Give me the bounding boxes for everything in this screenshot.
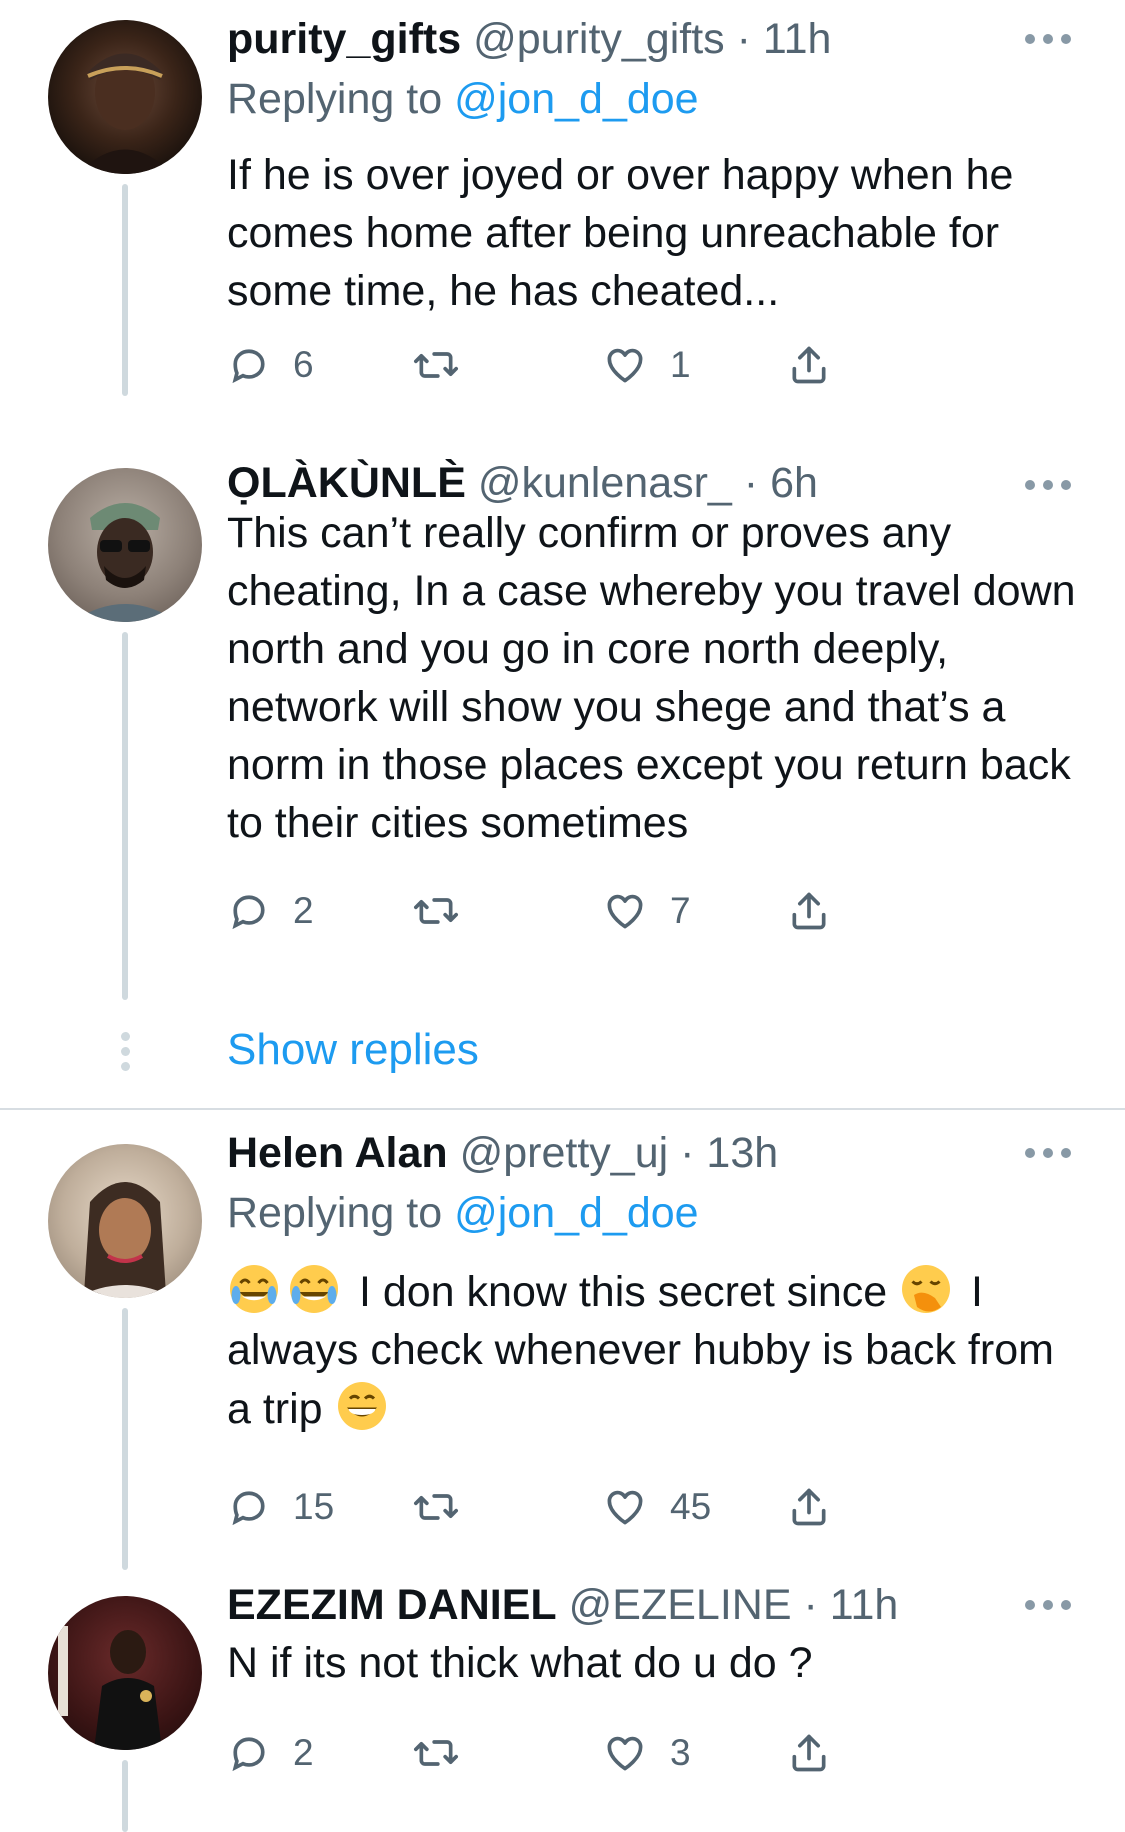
more-icon[interactable] bbox=[1025, 1146, 1071, 1160]
tweet-text: I don know this secret since I always ch… bbox=[227, 1262, 1087, 1438]
thread-line bbox=[122, 184, 128, 396]
tweet-purity-gifts[interactable]: purity_gifts @purity_gifts · 11h Replyin… bbox=[0, 0, 1125, 460]
tweet-header: EZEZIM DANIEL @EZELINE · 11h bbox=[227, 1580, 1065, 1630]
username[interactable]: @EZELINE bbox=[569, 1581, 792, 1629]
reply-count: 6 bbox=[293, 344, 314, 385]
like-count: 45 bbox=[670, 1486, 712, 1527]
share-icon bbox=[792, 346, 826, 384]
separator-dot: · bbox=[680, 1129, 695, 1177]
username[interactable]: @pretty_uj bbox=[460, 1129, 669, 1177]
avatar[interactable] bbox=[48, 468, 202, 622]
reply-count: 2 bbox=[293, 1732, 314, 1773]
display-name[interactable]: ỌLÀKÙNLÈ bbox=[227, 459, 466, 507]
tears-of-joy-emoji-icon bbox=[230, 1265, 278, 1313]
tweet-pretty-uj[interactable]: Helen Alan @pretty_uj · 13h Replying to … bbox=[0, 1110, 1125, 1570]
like-button[interactable]: 1 bbox=[602, 338, 691, 392]
more-icon[interactable] bbox=[1025, 1598, 1071, 1612]
like-button[interactable]: 45 bbox=[602, 1480, 711, 1534]
retweet-button[interactable] bbox=[412, 884, 482, 938]
display-name[interactable]: Helen Alan bbox=[227, 1129, 448, 1177]
retweet-icon bbox=[414, 898, 458, 924]
replying-to: Replying to @jon_d_doe bbox=[227, 74, 699, 124]
tweet-text: This can’t really confirm or proves any … bbox=[227, 509, 1076, 847]
tweet-header: Helen Alan @pretty_uj · 13h bbox=[227, 1128, 1065, 1178]
mention-link[interactable]: @jon_d_doe bbox=[454, 75, 699, 123]
share-button[interactable] bbox=[787, 1480, 831, 1534]
retweet-icon bbox=[414, 352, 458, 378]
username[interactable]: @kunlenasr_ bbox=[478, 459, 732, 507]
share-button[interactable] bbox=[787, 338, 831, 392]
reply-icon bbox=[232, 895, 265, 930]
like-button[interactable]: 3 bbox=[602, 1726, 691, 1780]
thread-line bbox=[122, 1760, 128, 1832]
tweet-text-part: I don know this secret since bbox=[347, 1268, 900, 1316]
thread-line bbox=[122, 1308, 128, 1570]
retweet-icon bbox=[414, 1740, 458, 1766]
tweet-ezeline[interactable]: EZEZIM DANIEL @EZELINE · 11h N if its no… bbox=[0, 1570, 1125, 1832]
show-replies-link[interactable]: Show replies bbox=[227, 1024, 479, 1076]
like-count: 3 bbox=[670, 1732, 691, 1773]
avatar[interactable] bbox=[48, 1596, 202, 1750]
separator-dot: · bbox=[803, 1581, 818, 1629]
share-button[interactable] bbox=[787, 884, 831, 938]
share-icon bbox=[792, 892, 826, 930]
reply-icon bbox=[232, 1737, 265, 1772]
more-icon[interactable] bbox=[1025, 32, 1071, 46]
display-name[interactable]: purity_gifts bbox=[227, 15, 461, 63]
like-icon bbox=[607, 1490, 643, 1525]
thread-line bbox=[122, 632, 128, 1000]
share-icon bbox=[792, 1734, 826, 1772]
avatar[interactable] bbox=[48, 1144, 202, 1298]
share-button[interactable] bbox=[787, 1726, 831, 1780]
timestamp[interactable]: 13h bbox=[706, 1129, 778, 1177]
tweet-text: If he is over joyed or over happy when h… bbox=[227, 151, 1014, 315]
tweet-actions: 2 7 bbox=[227, 884, 937, 938]
more-icon[interactable] bbox=[1025, 478, 1071, 492]
reply-icon bbox=[232, 1491, 265, 1526]
grinning-emoji-icon bbox=[337, 1382, 386, 1430]
tweet-actions: 6 1 bbox=[227, 338, 937, 392]
thread-dots bbox=[118, 1032, 132, 1077]
replying-to-label: Replying to bbox=[227, 75, 455, 123]
hand-over-mouth-emoji-icon bbox=[902, 1265, 951, 1313]
like-icon bbox=[607, 348, 643, 383]
tears-of-joy-emoji-icon bbox=[290, 1265, 338, 1313]
like-button[interactable]: 7 bbox=[602, 884, 691, 938]
reply-button[interactable]: 2 bbox=[227, 884, 314, 938]
like-icon bbox=[607, 1736, 643, 1771]
like-count: 1 bbox=[670, 344, 691, 385]
tweet-actions: 15 45 bbox=[227, 1480, 937, 1534]
separator-dot: · bbox=[743, 459, 759, 507]
replying-to-label: Replying to bbox=[227, 1189, 455, 1237]
timestamp[interactable]: 6h bbox=[770, 459, 818, 507]
tweet-header: purity_gifts @purity_gifts · 11h bbox=[227, 14, 1065, 64]
mention-link[interactable]: @jon_d_doe bbox=[454, 1189, 699, 1237]
retweet-button[interactable] bbox=[412, 1480, 482, 1534]
reply-icon bbox=[232, 349, 265, 384]
retweet-button[interactable] bbox=[412, 1726, 482, 1780]
username[interactable]: @purity_gifts bbox=[473, 15, 725, 63]
tweet-header: ỌLÀKÙNLÈ @kunlenasr_ · 6h bbox=[227, 458, 1065, 508]
like-count: 7 bbox=[670, 890, 691, 931]
like-icon bbox=[607, 894, 643, 929]
share-icon bbox=[792, 1488, 826, 1526]
display-name[interactable]: EZEZIM DANIEL bbox=[227, 1581, 557, 1629]
reply-button[interactable]: 6 bbox=[227, 338, 314, 392]
tweet-actions: 2 3 bbox=[227, 1726, 937, 1780]
timestamp[interactable]: 11h bbox=[763, 15, 832, 63]
avatar[interactable] bbox=[48, 20, 202, 174]
retweet-button[interactable] bbox=[412, 338, 482, 392]
reply-count: 15 bbox=[293, 1486, 335, 1527]
separator-dot: · bbox=[736, 15, 751, 63]
retweet-icon bbox=[414, 1494, 458, 1520]
tweet-text: N if its not thick what do u do ? bbox=[227, 1639, 813, 1687]
tweet-kunlenasr[interactable]: ỌLÀKÙNLÈ @kunlenasr_ · 6h This can’t rea… bbox=[0, 458, 1125, 1000]
timestamp[interactable]: 11h bbox=[830, 1581, 899, 1629]
reply-count: 2 bbox=[293, 890, 314, 931]
reply-button[interactable]: 15 bbox=[227, 1480, 334, 1534]
reply-button[interactable]: 2 bbox=[227, 1726, 314, 1780]
replying-to: Replying to @jon_d_doe bbox=[227, 1188, 699, 1238]
